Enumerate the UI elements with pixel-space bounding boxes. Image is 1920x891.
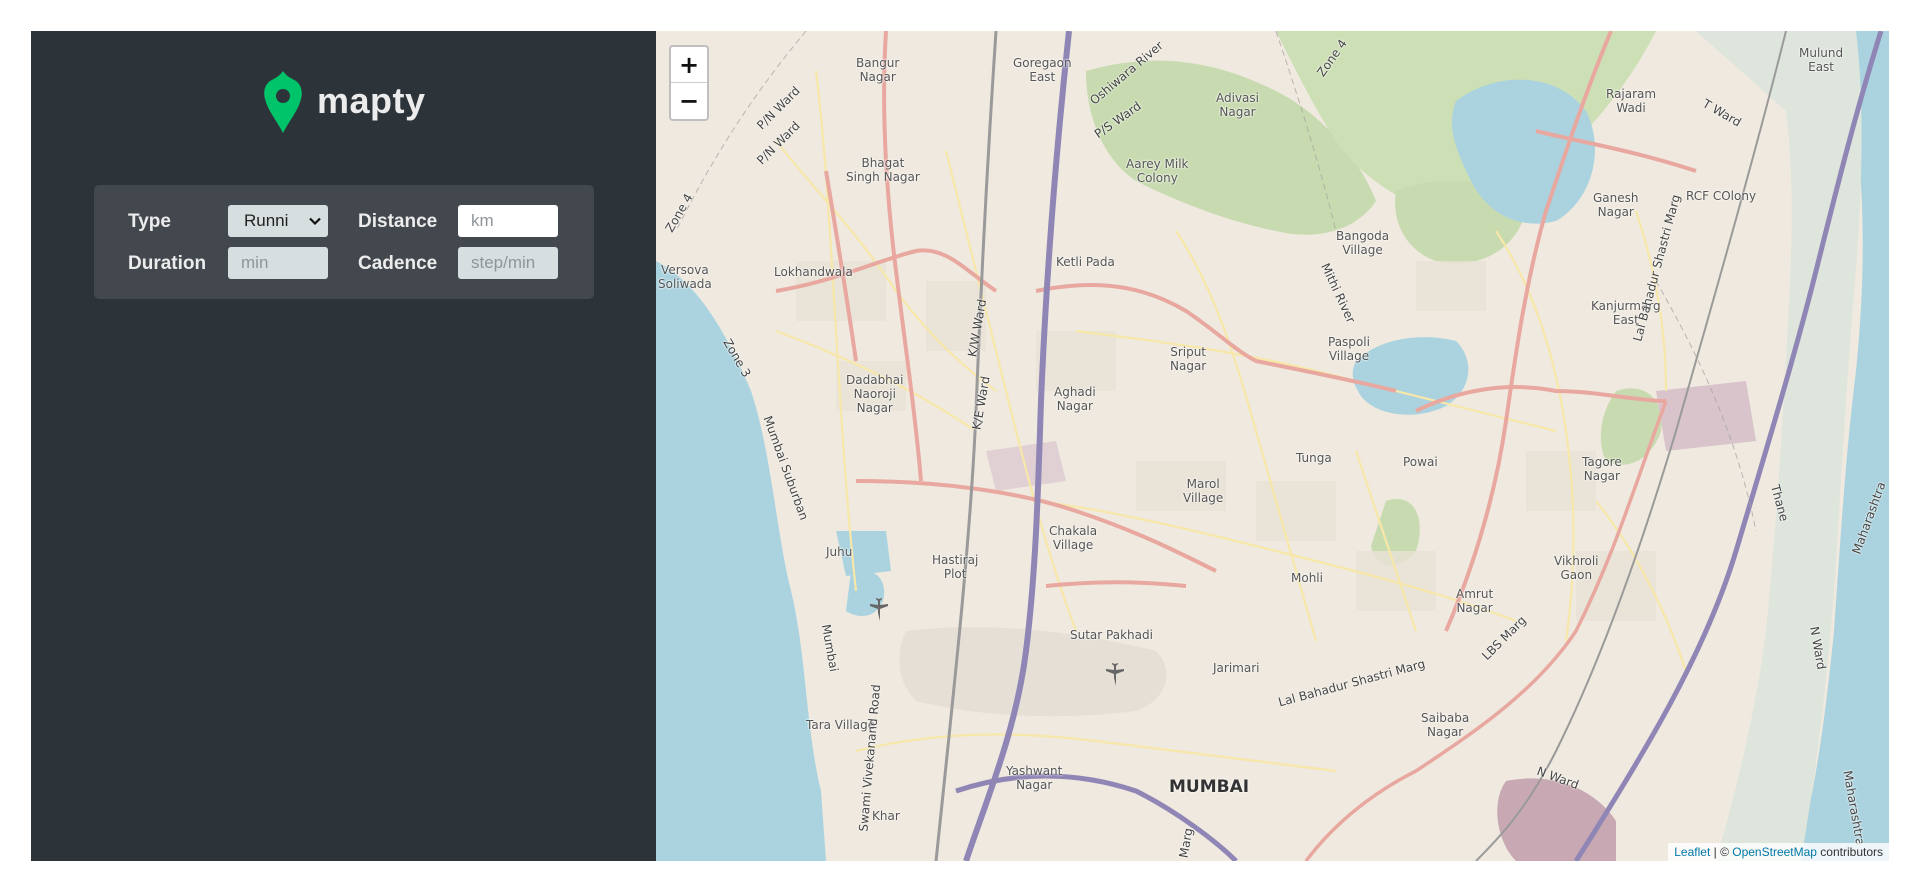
map-attribution: Leaflet | © OpenStreetMap contributors <box>1668 843 1889 861</box>
type-select[interactable]: Runni <box>228 205 328 237</box>
sidebar: mapty Type Runni Distance Duration Caden… <box>31 31 656 861</box>
workout-form: Type Runni Distance Duration Cadence <box>94 185 594 299</box>
place-label: Dadabhai Naoroji Nagar <box>846 373 904 415</box>
place-label: Goregaon East <box>1013 56 1072 84</box>
type-select-value: Runni <box>244 211 289 230</box>
place-label: Tunga <box>1296 451 1332 465</box>
map[interactable]: Bangur Nagar Goregaon East Bhagat Singh … <box>656 31 1889 861</box>
place-label: Powai <box>1403 455 1438 469</box>
place-label: Ganesh Nagar <box>1593 191 1639 219</box>
logo-text: mapty <box>317 80 426 121</box>
attribution-separator: | © <box>1710 845 1733 859</box>
place-label: Ketli Pada <box>1056 255 1115 269</box>
place-label: Khar <box>872 809 900 823</box>
duration-input[interactable] <box>228 247 328 279</box>
place-label: Versova Soliwada <box>658 263 712 291</box>
zoom-in-button[interactable]: + <box>671 47 707 83</box>
place-label: Adivasi Nagar <box>1216 91 1259 119</box>
openstreetmap-link[interactable]: OpenStreetMap <box>1732 845 1817 859</box>
place-label: Aarey Milk Colony <box>1126 157 1189 185</box>
distance-label: Distance <box>358 211 438 232</box>
chevron-down-icon <box>309 217 321 226</box>
place-label: Mohli <box>1291 571 1323 585</box>
place-label: Rajaram Wadi <box>1606 87 1657 115</box>
place-label: Jarimari <box>1213 661 1260 675</box>
logo: mapty <box>263 69 426 135</box>
city-label: MUMBAI <box>1169 777 1250 797</box>
place-label: Bhagat Singh Nagar <box>846 156 920 184</box>
place-label: Sutar Pakhadi <box>1070 628 1153 642</box>
place-label: Marol Village <box>1183 477 1224 505</box>
place-label: Lokhandwala <box>774 265 853 279</box>
type-label: Type <box>128 211 171 232</box>
distance-input[interactable] <box>458 205 558 237</box>
place-label: Saibaba Nagar <box>1421 711 1470 739</box>
map-pin-icon <box>264 71 302 133</box>
cadence-label: Cadence <box>358 253 438 274</box>
place-label: Amrut Nagar <box>1456 587 1494 615</box>
map-tiles[interactable] <box>656 31 1889 861</box>
place-label: Hastiraj Plot <box>932 553 979 581</box>
duration-label: Duration <box>128 253 207 274</box>
place-label: Tagore Nagar <box>1582 455 1622 483</box>
place-label: Paspoli Village <box>1328 335 1370 363</box>
leaflet-link[interactable]: Leaflet <box>1674 845 1710 859</box>
place-label: Juhu <box>826 545 853 559</box>
place-label: RCF COlony <box>1686 189 1757 203</box>
zoom-control: + − <box>669 45 709 121</box>
zoom-out-button[interactable]: − <box>671 83 707 119</box>
cadence-input[interactable] <box>458 247 558 279</box>
place-label: Chakala Village <box>1049 524 1098 552</box>
place-label: Bangur Nagar <box>856 56 900 84</box>
place-label: Mulund East <box>1799 46 1844 74</box>
place-label: Sriput Nagar <box>1170 345 1207 373</box>
app-container: mapty Type Runni Distance Duration Caden… <box>31 31 1889 861</box>
place-label: Aghadi Nagar <box>1054 385 1096 413</box>
place-label: Yashwant Nagar <box>1006 764 1063 792</box>
attribution-suffix: contributors <box>1816 845 1883 859</box>
place-label: Vikhroli Gaon <box>1554 554 1599 582</box>
place-label: Bangoda Village <box>1336 229 1390 257</box>
